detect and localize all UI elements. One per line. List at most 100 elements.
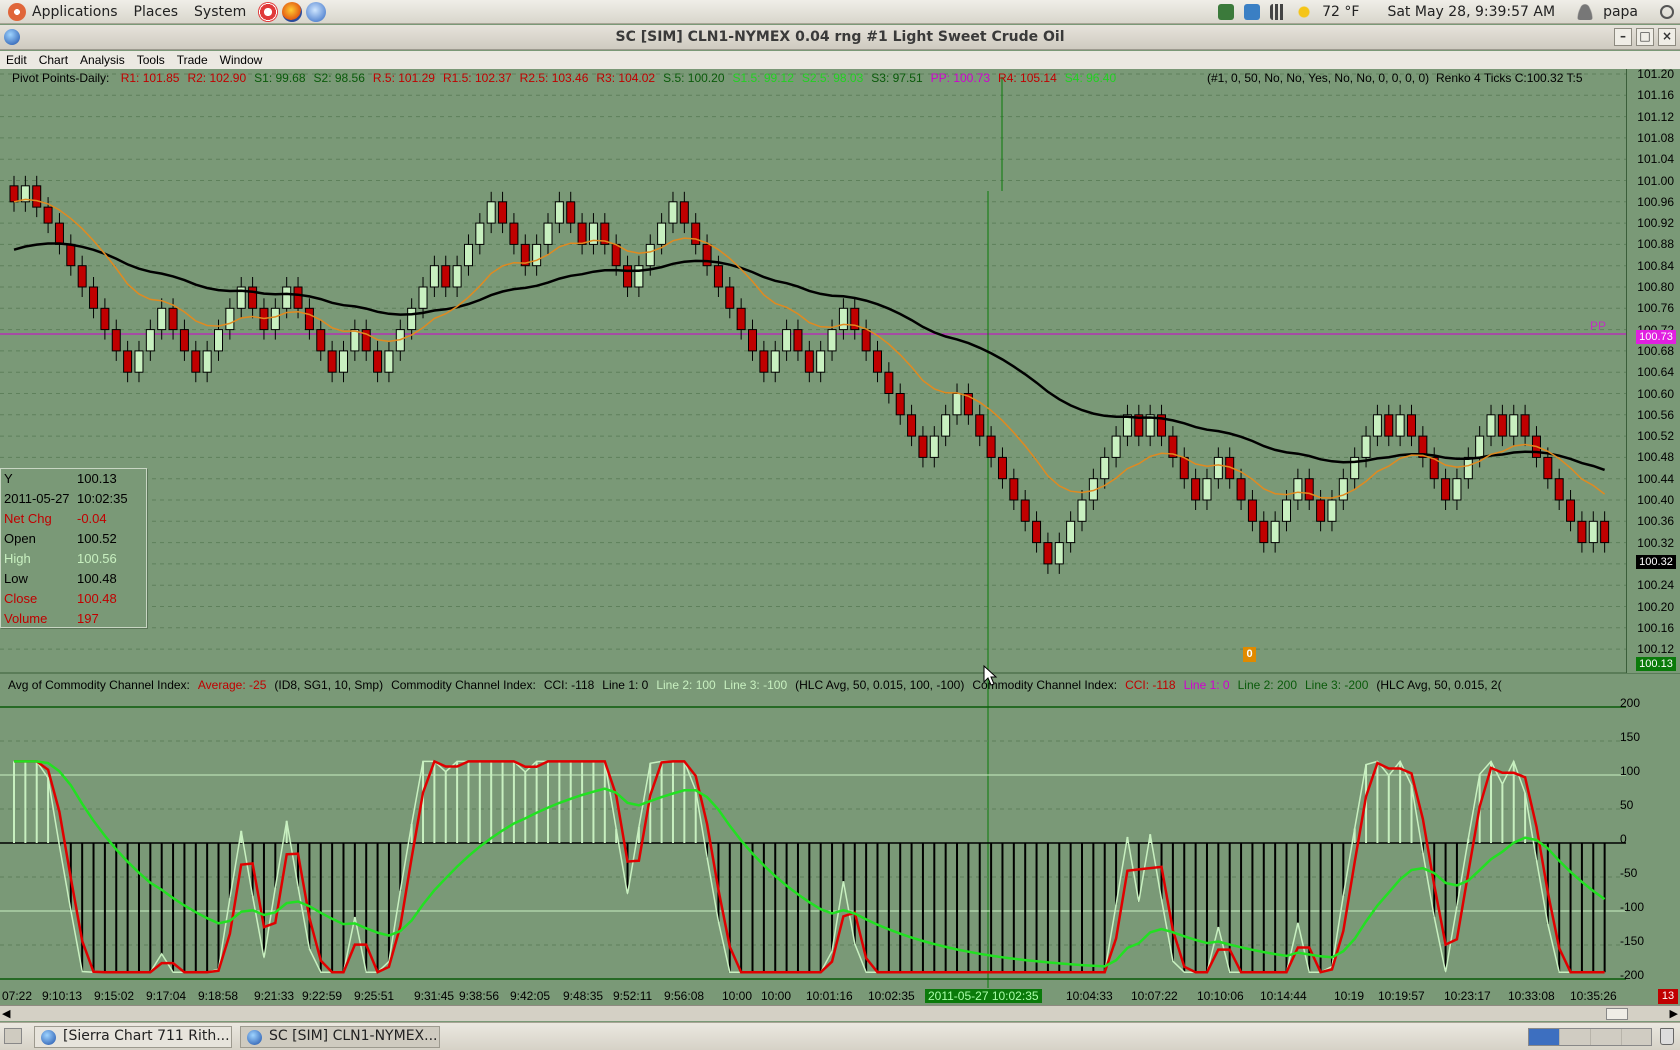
chart-values-window[interactable]: Y 100.13 2011-05-27 10:02:35 Net Chg -0.04 Op… <box>0 468 147 628</box>
menu-trade[interactable]: Trade <box>171 53 214 67</box>
cci-tick-label: 150 <box>1620 730 1641 744</box>
data-window-label: Volume <box>4 611 48 626</box>
show-desktop-icon[interactable] <box>4 1028 22 1044</box>
window-titlebar[interactable]: SC [SIM] CLN1-NYMEX 0.04 rng #1 Light Sw… <box>0 25 1680 50</box>
up-candle <box>486 201 496 224</box>
data-window-value: 100.48 <box>77 591 117 606</box>
down-candle <box>1020 499 1030 522</box>
data-window-row: Low 100.48 <box>4 571 144 591</box>
horizontal-scrollbar[interactable]: ◀ ▶ <box>0 1005 1680 1021</box>
scroll-left-icon[interactable]: ◀ <box>2 1007 10 1020</box>
up-candle <box>384 350 394 373</box>
user-name[interactable]: papa <box>1603 4 1638 20</box>
chart-area[interactable]: Pivot Points-Daily: R1: 101.85 R2: 102.90… <box>0 67 1680 1005</box>
down-candle <box>54 222 64 245</box>
up-candle <box>214 329 224 352</box>
price-tick-label: 100.12 <box>1637 642 1674 657</box>
up-candle <box>1486 414 1496 437</box>
data-window-row: Volume 197 <box>4 611 144 631</box>
up-candle <box>782 329 792 352</box>
cci-tick-label: 100 <box>1620 764 1641 778</box>
pivot-value: S3: 97.51 <box>871 71 923 85</box>
pivot-points-legend: Pivot Points-Daily: R1: 101.85 R2: 102.90… <box>12 71 1124 85</box>
minimize-button[interactable]: – <box>1614 28 1632 46</box>
pivot-value: S2.5: 98.03 <box>801 71 864 85</box>
pivot-value: R2.5: 103.46 <box>519 71 589 85</box>
study-params: (#1, 0, 50, No, No, Yes, No, No, 0, 0, 0… <box>1207 71 1430 85</box>
shutdown-icon[interactable] <box>1660 5 1674 19</box>
order-marker[interactable]: 0 <box>1243 647 1256 662</box>
taskbar-item-chart[interactable]: SC [SIM] CLN1-NYMEX... <box>240 1026 440 1048</box>
temperature-text[interactable]: 72 °F <box>1322 4 1359 20</box>
clock-text[interactable]: Sat May 28, 9:39:57 AM <box>1387 4 1555 20</box>
data-window-row: 2011-05-27 10:02:35 <box>4 491 144 511</box>
up-candle <box>225 307 235 331</box>
taskbar-item-sierra[interactable]: [Sierra Chart 711 Rith... <box>34 1026 232 1048</box>
menu-analysis[interactable]: Analysis <box>74 53 131 67</box>
up-candle <box>1338 478 1348 501</box>
chart-canvas[interactable] <box>0 69 1680 988</box>
down-candle <box>611 243 621 267</box>
down-candle <box>1009 478 1019 501</box>
cci-legend-part: (ID8, SG1, 10, Smp) <box>274 678 384 692</box>
down-candle <box>748 329 758 352</box>
down-candle <box>123 350 133 373</box>
up-candle <box>1270 520 1280 544</box>
down-candle <box>725 286 735 309</box>
help-lifebuoy-icon[interactable] <box>258 1 279 22</box>
network-manager-icon[interactable] <box>1218 4 1235 20</box>
up-candle <box>645 243 655 267</box>
up-candle <box>1361 435 1371 458</box>
down-candle <box>248 286 258 309</box>
data-window-value: 10:02:35 <box>77 491 128 506</box>
trash-icon[interactable] <box>1660 1028 1674 1045</box>
down-candle <box>9 185 19 203</box>
firefox-icon[interactable] <box>282 1 303 22</box>
down-candle <box>713 265 723 288</box>
menu-window[interactable]: Window <box>214 53 269 67</box>
pivot-value: R1: 101.85 <box>120 71 180 85</box>
price-tick-label: 100.16 <box>1637 620 1674 635</box>
time-axis[interactable]: 07:22 9:10:13 9:15:02 9:17:04 9:18:58 9:21:33… <box>0 988 1630 1005</box>
menu-chart[interactable]: Chart <box>33 53 74 67</box>
places-menu[interactable]: Places <box>126 0 187 24</box>
time-tick-label: 10:02:35 <box>868 989 915 1003</box>
down-candle <box>1384 414 1394 437</box>
close-button[interactable]: × <box>1658 28 1676 46</box>
time-tick-label: 9:21:33 <box>254 989 295 1003</box>
menu-edit[interactable]: Edit <box>0 53 33 67</box>
up-candle <box>929 435 939 458</box>
data-window-row: Open 100.52 <box>4 531 144 551</box>
down-candle <box>168 307 178 331</box>
up-candle <box>1054 542 1064 565</box>
down-candle <box>872 350 882 373</box>
applications-menu[interactable]: Applications <box>0 0 126 24</box>
system-menu[interactable]: System <box>186 0 254 24</box>
data-window-value: 100.52 <box>77 531 117 546</box>
scroll-right-icon[interactable]: ▶ <box>1670 1007 1678 1020</box>
user-icon[interactable] <box>1577 4 1594 20</box>
time-tick-label: 9:42:05 <box>510 989 551 1003</box>
thunderbird-icon[interactable] <box>306 1 327 22</box>
menu-tools[interactable]: Tools <box>131 53 171 67</box>
price-axis[interactable]: 101.20 101.16 101.12 101.08 101.04 101.00 100.… <box>1626 67 1680 673</box>
price-tick-label: 100.80 <box>1637 280 1674 294</box>
workspace-switcher[interactable] <box>1528 1028 1652 1046</box>
up-candle <box>1475 435 1485 458</box>
weather-icon[interactable] <box>1296 4 1313 20</box>
price-tick-label: 100.92 <box>1637 216 1674 231</box>
cci-legend-part: Line 1: 0 <box>1183 678 1230 692</box>
down-candle <box>1554 478 1564 501</box>
pivot-value: S2: 98.56 <box>313 71 365 85</box>
cci-tick-label: -100 <box>1620 900 1645 914</box>
price-tick-label: 100.24 <box>1637 578 1674 593</box>
maximize-button[interactable]: □ <box>1636 28 1654 46</box>
down-candle <box>975 414 985 437</box>
time-tick-label: 10:33:08 <box>1508 989 1555 1003</box>
time-tick-label: 9:52:11 <box>613 989 653 1003</box>
signal-bars-icon[interactable] <box>1270 4 1287 20</box>
price-tick-label: 100.56 <box>1637 407 1674 422</box>
price-tick-label: 100.76 <box>1637 301 1674 316</box>
bluetooth-icon[interactable] <box>1244 4 1261 20</box>
scrollbar-thumb[interactable] <box>1606 1008 1628 1020</box>
